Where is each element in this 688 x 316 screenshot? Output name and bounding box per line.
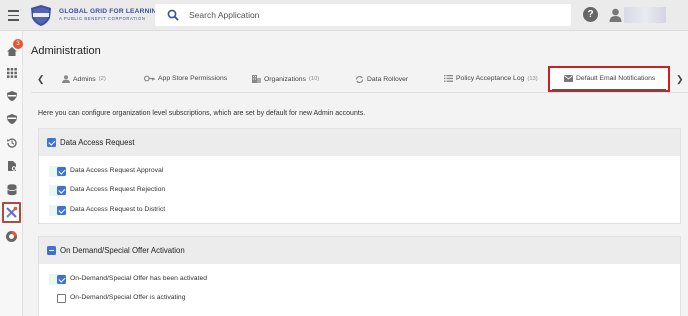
tab-label: Data Rollover	[367, 76, 409, 83]
tab-default-email-notifications[interactable]: Default Email Notifications	[564, 75, 655, 82]
person-icon	[62, 75, 70, 83]
hamburger-menu-icon[interactable]	[8, 10, 19, 24]
brand-tagline: A PUBLIC BENEFIT CORPORATION	[59, 16, 146, 21]
search-icon[interactable]	[167, 8, 179, 26]
tab-app-store-permissions[interactable]: App Store Permissions	[144, 75, 227, 82]
shield-icon[interactable]	[3, 87, 20, 104]
tab-organizations[interactable]: Organizations (10)	[252, 75, 319, 83]
tab-label: Policy Acceptance Log	[456, 75, 525, 82]
search-input[interactable]	[189, 8, 549, 22]
tab-count: (2)	[98, 76, 106, 82]
tab-bar: ❮ Admins (2) App Store Permissions Organ…	[31, 67, 688, 93]
brand-name: GLOBAL GRID FOR LEARNING	[59, 8, 162, 15]
notification-badge: 3	[13, 39, 23, 49]
tab-label: Default Email Notifications	[576, 75, 656, 82]
sidebar: 3	[0, 31, 23, 316]
group-label: Data Access Request	[60, 138, 135, 147]
page-description: Here you can configure organization leve…	[38, 110, 366, 117]
database-icon[interactable]	[3, 181, 20, 198]
group-checkbox[interactable]	[47, 138, 56, 147]
group-header: Data Access Request	[39, 129, 680, 156]
tab-count: (13)	[527, 75, 538, 82]
document-settings-icon[interactable]	[3, 157, 20, 174]
item-checkbox[interactable]	[57, 186, 66, 195]
item-checkbox[interactable]	[57, 206, 66, 215]
notification-group-card: Data Access Request Data Access Request …	[38, 128, 681, 224]
item-checkbox[interactable]	[57, 294, 66, 303]
tab-label: Organizations	[264, 75, 306, 83]
tab-label: Admins	[73, 75, 96, 83]
chevron-left-icon[interactable]: ❮	[37, 74, 45, 85]
group-checkbox[interactable]	[47, 246, 56, 255]
help-icon[interactable]: ?	[583, 7, 598, 22]
top-bar: GLOBAL GRID FOR LEARNING A PUBLIC BENEFI…	[0, 0, 688, 31]
history-icon[interactable]	[3, 134, 20, 151]
item-label: On-Demand/Special Offer has been activat…	[70, 275, 208, 282]
tools-icon[interactable]	[2, 202, 21, 223]
tab-policy-acceptance-log[interactable]: Policy Acceptance Log (13)	[444, 75, 538, 82]
tab-label: App Store Permissions	[158, 75, 228, 82]
refresh-icon	[355, 75, 364, 84]
tab-admins[interactable]: Admins (2)	[62, 75, 106, 83]
key-icon	[144, 75, 155, 82]
global-passport-logo[interactable]	[29, 4, 53, 32]
item-label: Data Access Request to District	[70, 206, 166, 213]
home-icon[interactable]: 3	[3, 39, 23, 60]
privacy-shield-icon[interactable]	[3, 228, 20, 245]
notification-group-card: On Demand/Special Offer Activation On-De…	[38, 236, 681, 316]
search-bar[interactable]	[155, 4, 571, 26]
item-label: Data Access Request Approval	[70, 167, 164, 174]
tab-data-rollover[interactable]: Data Rollover	[355, 75, 408, 84]
page-title: Administration	[31, 45, 101, 57]
mail-icon	[564, 75, 573, 82]
item-label: On-Demand/Special Offer is activating	[70, 294, 186, 301]
avatar[interactable]	[609, 8, 622, 27]
apps-grid-icon[interactable]	[3, 64, 20, 81]
group-header: On Demand/Special Offer Activation	[39, 237, 680, 264]
item-checkbox[interactable]	[57, 275, 66, 284]
building-icon	[252, 75, 261, 83]
tab-count: (10)	[308, 76, 320, 82]
item-label: Data Access Request Rejection	[70, 186, 166, 193]
chevron-right-icon[interactable]: ❯	[676, 74, 684, 85]
user-name-redacted[interactable]	[624, 7, 666, 23]
item-checkbox[interactable]	[57, 167, 66, 176]
shield-check-icon[interactable]	[3, 110, 20, 127]
group-label: On Demand/Special Offer Activation	[60, 246, 185, 255]
list-icon	[444, 75, 453, 82]
